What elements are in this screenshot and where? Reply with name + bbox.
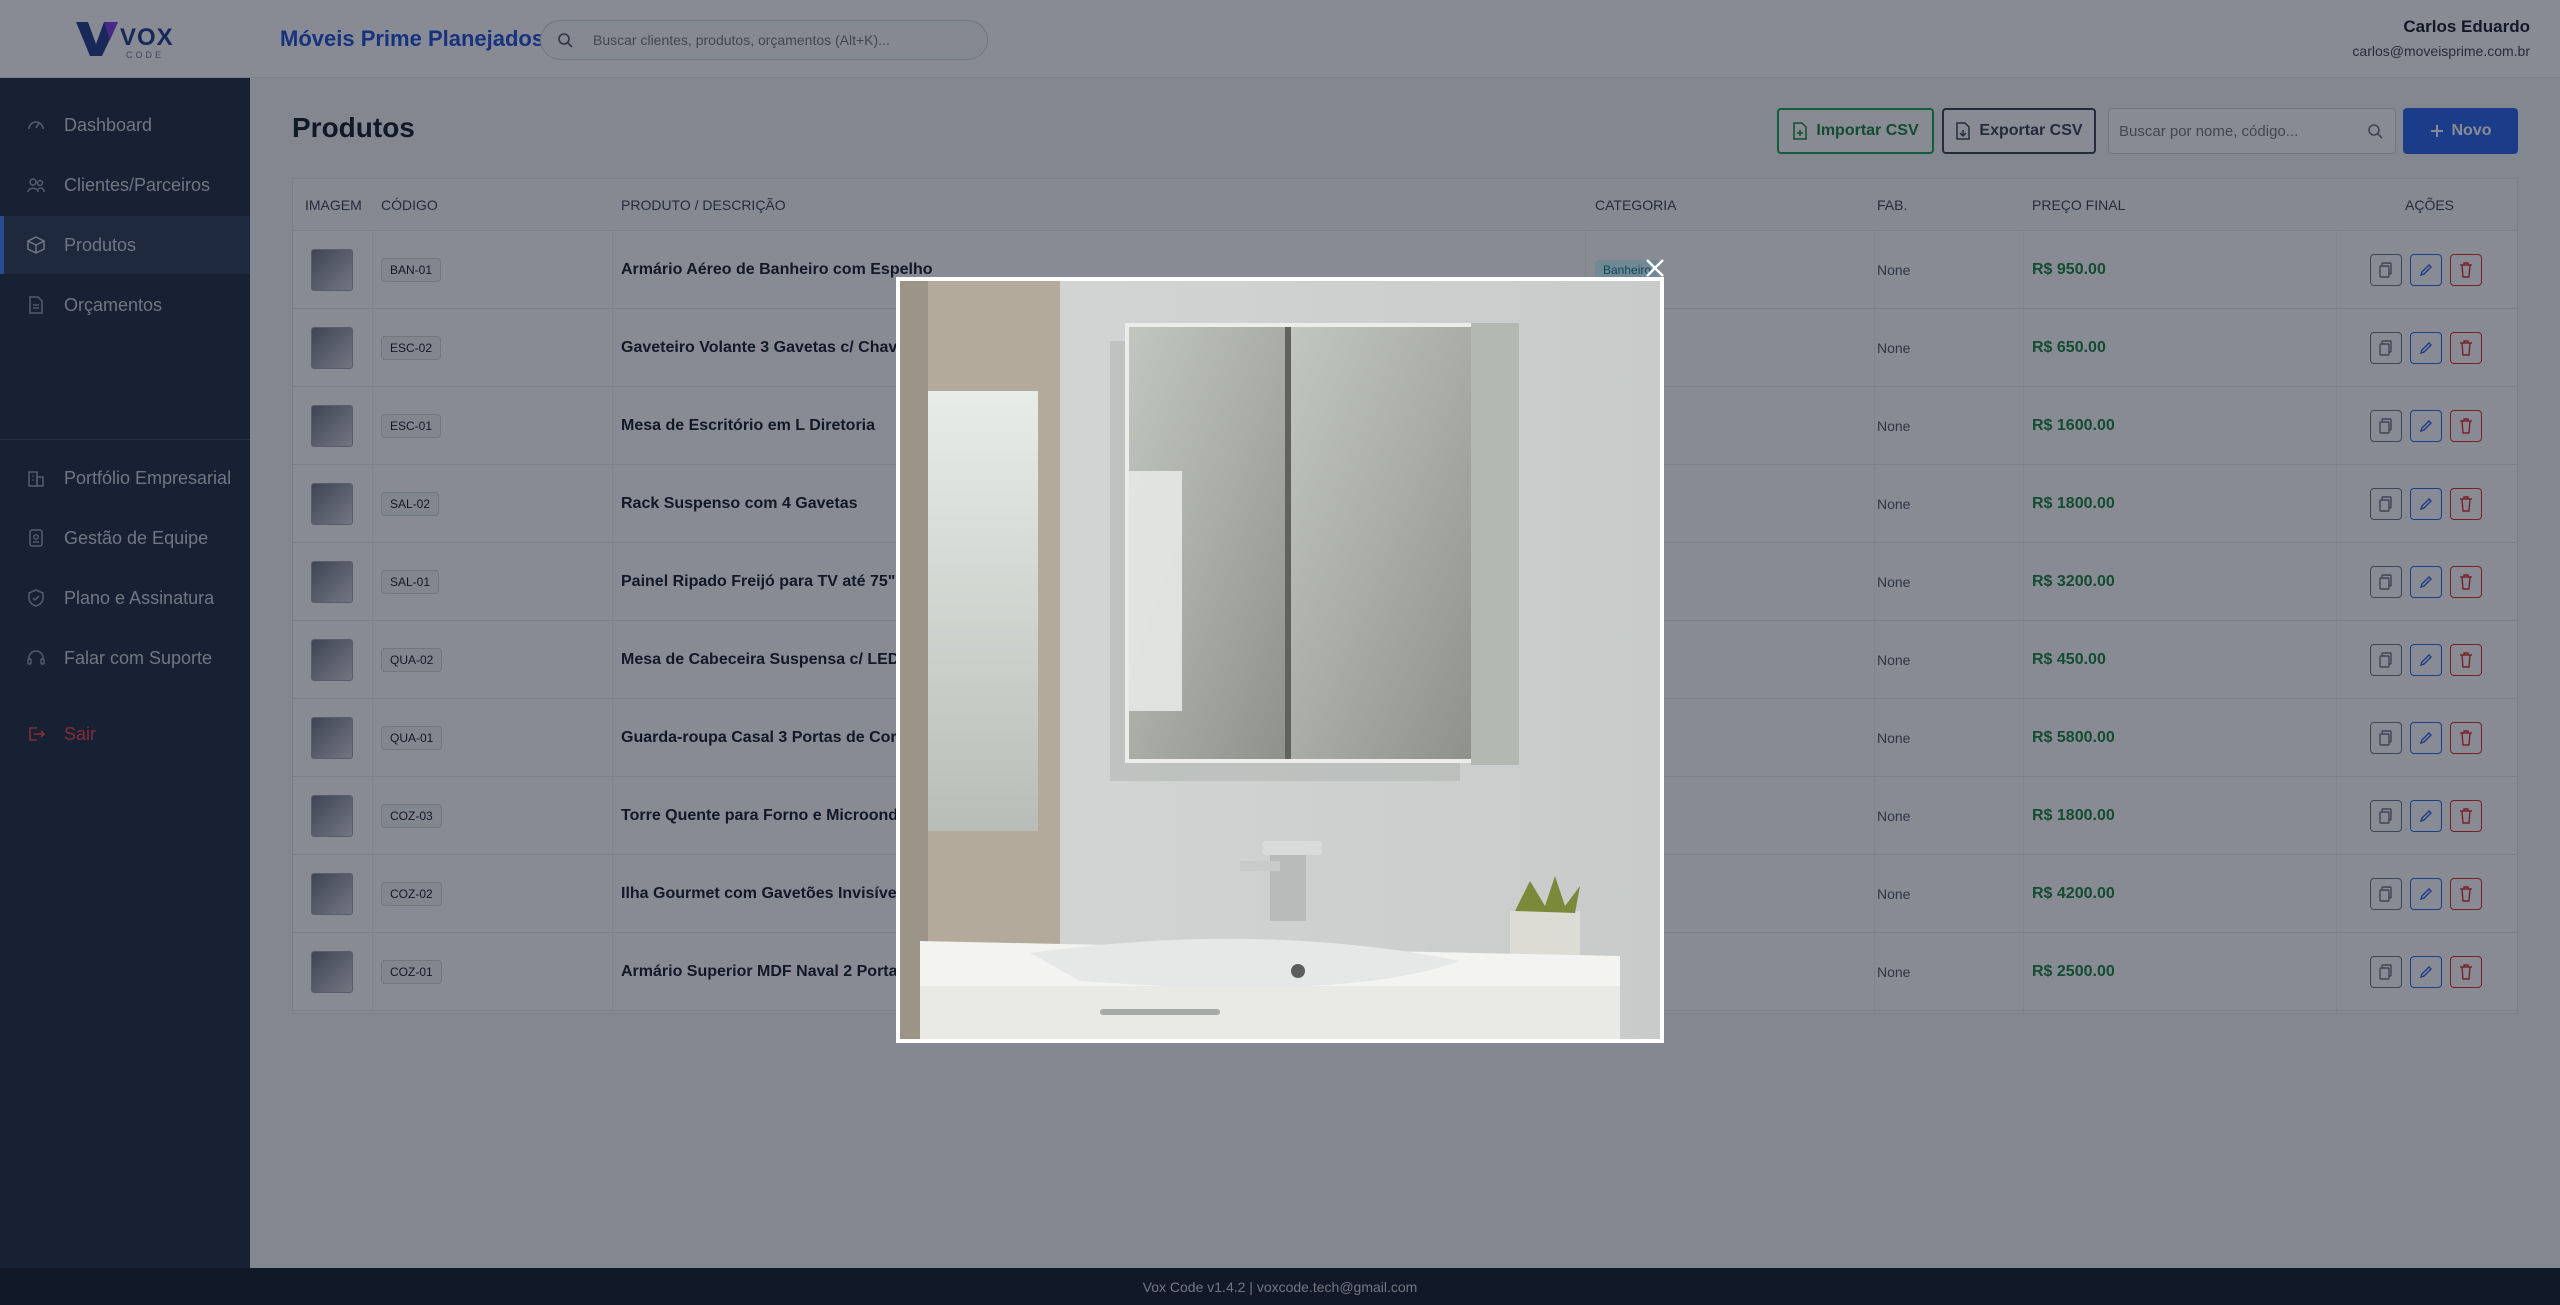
bathroom-cabinet-photo bbox=[900, 281, 1660, 1039]
close-icon[interactable] bbox=[1643, 256, 1667, 280]
product-image-preview bbox=[896, 277, 1664, 1043]
